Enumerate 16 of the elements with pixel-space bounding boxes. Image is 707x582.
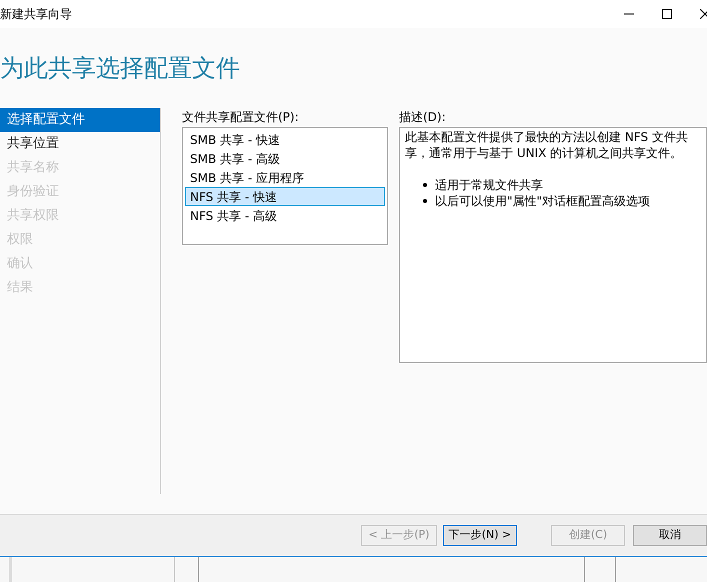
wizard-button[interactable]: 取消 <box>633 525 707 546</box>
field-label: 描述(D): <box>399 109 447 126</box>
list-item[interactable]: SMB 共享 - 快速 <box>185 130 385 149</box>
window-title: 新建共享向导 <box>0 6 72 23</box>
description-text: 此基本配置文件提供了最快的方法以创建 NFS 文件共享，通常用于与基于 UNIX 的计算机之间共享文件。 <box>405 129 689 161</box>
list-item[interactable]: NFS 共享 - 高级 <box>185 206 385 225</box>
wizard-step[interactable]: 选择配置文件 <box>0 108 160 132</box>
list-item[interactable]: NFS 共享 - 快速 <box>185 187 385 206</box>
list-item[interactable]: SMB 共享 - 高级 <box>185 149 385 168</box>
page-title: 为此共享选择配置文件 <box>0 53 240 84</box>
list-item[interactable]: SMB 共享 - 应用程序 <box>185 168 385 187</box>
wizard-button[interactable]: 下一步(N) > <box>443 525 517 546</box>
bullet-text: 适用于常规文件共享 <box>435 177 543 194</box>
bullet-text: 以后可以使用"属性"对话框配置高级选项 <box>435 193 650 210</box>
field-label: 文件共享配置文件(P): <box>182 109 300 126</box>
wizard-step[interactable]: 共享位置 <box>0 132 160 156</box>
